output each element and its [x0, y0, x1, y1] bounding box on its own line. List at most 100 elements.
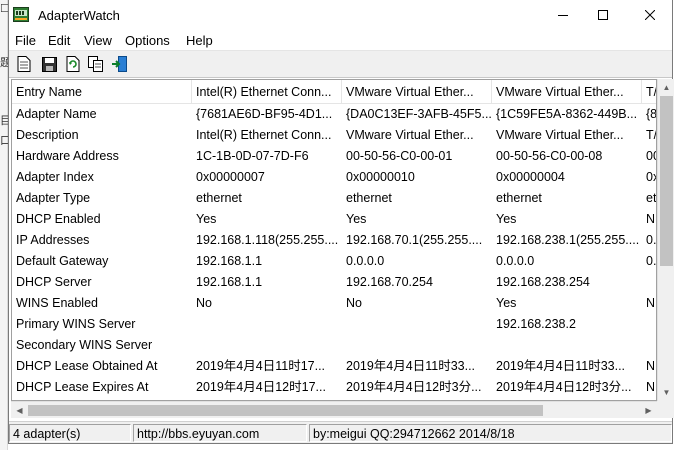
adapter-value-cell — [642, 314, 656, 335]
adapter-value-cell — [342, 314, 492, 335]
entry-name-cell: DHCP Enabled — [16, 212, 101, 226]
entry-name-cell: DHCP Lease Obtained At — [16, 359, 158, 373]
adapter-value-cell: N — [646, 212, 656, 226]
table-row[interactable]: DHCP Lease Obtained At 2019年4月4日11时17... 2… — [12, 356, 656, 377]
background-glyph: ☐ — [0, 3, 8, 15]
close-icon — [645, 10, 655, 20]
title-bar[interactable]: AdapterWatch — [9, 0, 672, 30]
column-header-entry-name[interactable]: Entry Name — [12, 80, 192, 104]
vertical-scrollbar[interactable]: ▲ ▼ — [657, 79, 674, 401]
scroll-up-arrow-icon[interactable]: ▲ — [658, 79, 675, 96]
copy-button[interactable] — [87, 55, 105, 73]
adapter-value-cell: 00-50-56-C0-00-08 — [496, 149, 603, 163]
table-row[interactable]: IP Addresses 192.168.1.118(255.255.... 192… — [12, 230, 656, 251]
entry-name-cell: Primary WINS Server — [16, 317, 136, 331]
table-row[interactable]: Hardware Address 1C-1B-0D-07-7D-F6 00-50-5… — [12, 146, 656, 167]
entry-name-cell: IP Addresses — [16, 233, 90, 247]
background-glyph: 口 — [0, 135, 8, 147]
table-row[interactable]: Adapter Index 0x00000007 0x00000010 0x00000… — [12, 167, 656, 188]
adapter-value-cell: N — [646, 359, 656, 373]
adapter-value-cell: 0x — [646, 170, 656, 184]
status-bar: 4 adapter(s) http://bbs.eyuyan.com by:me… — [9, 421, 672, 443]
horizontal-scrollbar[interactable]: ◀ ▶ — [11, 401, 657, 418]
table-row[interactable]: Adapter Name {7681AE6D-BF95-4D1... {DA0C13… — [12, 104, 656, 125]
scroll-left-arrow-icon[interactable]: ◀ — [11, 402, 28, 419]
adapter-value-cell — [642, 272, 656, 293]
menu-file[interactable]: File — [15, 33, 36, 48]
refresh-icon — [66, 56, 80, 72]
copy-icon — [88, 56, 103, 72]
exit-button[interactable] — [110, 55, 128, 73]
menu-options[interactable]: Options — [125, 33, 170, 48]
window-title: AdapterWatch — [38, 8, 120, 23]
status-adapter-count: 4 adapter(s) — [9, 424, 131, 442]
adapter-value-cell: Intel(R) Ethernet Conn... — [196, 128, 332, 142]
exit-icon — [112, 56, 127, 72]
refresh-button[interactable] — [64, 55, 82, 73]
save-icon — [41, 56, 57, 72]
menu-help[interactable]: Help — [186, 33, 213, 48]
table-row[interactable]: DHCP Enabled Yes Yes Yes N — [12, 209, 656, 230]
table-row[interactable]: Default Gateway 192.168.1.1 0.0.0.0 0.0.0.0… — [12, 251, 656, 272]
table-row[interactable]: Description Intel(R) Ethernet Conn... VMwa… — [12, 125, 656, 146]
column-header-adapter-3[interactable]: VMware Virtual Ether... — [492, 80, 642, 104]
background-glyph: 题 — [0, 57, 8, 69]
adapter-value-cell: 0x00000004 — [496, 170, 565, 184]
column-header-adapter-2[interactable]: VMware Virtual Ether... — [342, 80, 492, 104]
table-row[interactable]: Secondary WINS Server — [12, 335, 656, 356]
adapter-value-cell: {1C59FE5A-8362-449B... — [496, 107, 638, 121]
entry-name-cell: Description — [16, 128, 79, 142]
adapter-value-cell: 2019年4月4日12时3分... — [496, 380, 632, 394]
adapter-value-cell: ethernet — [196, 191, 242, 205]
adapter-value-cell: 192.168.238.2 — [496, 317, 576, 331]
vertical-scroll-thumb[interactable] — [660, 96, 673, 266]
table-row[interactable]: DHCP Server 192.168.1.1 192.168.70.254 192.… — [12, 272, 656, 293]
entry-name-cell: Adapter Name — [16, 107, 97, 121]
menu-view[interactable]: View — [84, 33, 112, 48]
table-row[interactable]: DHCP Lease Expires At 2019年4月4日12时17... 20… — [12, 377, 656, 398]
adapter-value-cell: VMware Virtual Ether... — [346, 128, 474, 142]
entry-name-cell: DHCP Lease Expires At — [16, 380, 149, 394]
horizontal-scroll-thumb[interactable] — [28, 405, 543, 416]
menu-bar: File Edit View Options Help — [9, 30, 672, 51]
adapter-value-cell: 0.0.0.0 — [496, 254, 535, 268]
adapter-value-cell: 0. — [646, 254, 657, 268]
scrollbar-corner — [657, 401, 674, 418]
table-row[interactable]: WINS Enabled No No Yes N — [12, 293, 656, 314]
adapter-value-cell: {8 — [646, 107, 657, 121]
list-header: Entry Name Intel(R) Ethernet Conn... VMw… — [12, 80, 656, 104]
adapter-value-cell: Yes — [496, 212, 517, 226]
minimize-icon — [558, 15, 568, 16]
adapter-value-cell: 192.168.1.1 — [196, 254, 263, 268]
close-button[interactable] — [626, 0, 674, 30]
adapter-value-cell: {DA0C13EF-3AFB-45F5... — [346, 107, 492, 121]
adapter-value-cell: 00 — [646, 149, 656, 163]
entry-name-cell: Default Gateway — [16, 254, 109, 268]
new-button[interactable] — [15, 55, 33, 73]
adapter-list[interactable]: Entry Name Intel(R) Ethernet Conn... VMw… — [11, 79, 657, 401]
background-glyph: 目 — [0, 115, 8, 127]
adapter-value-cell: et — [646, 191, 657, 205]
adapter-value-cell: 2019年4月4日12时17... — [196, 380, 326, 394]
new-document-icon — [17, 56, 31, 72]
scroll-right-arrow-icon[interactable]: ▶ — [640, 402, 657, 419]
column-header-adapter-4[interactable]: T/ — [642, 80, 656, 104]
adapter-value-cell: 192.168.238.1(255.255.... — [496, 233, 640, 247]
entry-name-cell: Adapter Type — [16, 191, 91, 205]
adapter-value-cell — [342, 335, 492, 356]
menu-edit[interactable]: Edit — [48, 33, 70, 48]
table-row[interactable]: Primary WINS Server 192.168.238.2 — [12, 314, 656, 335]
background-app-strip: ☐ 题 目 口 — [0, 0, 8, 450]
scroll-down-arrow-icon[interactable]: ▼ — [658, 384, 675, 401]
adapter-value-cell: 00-50-56-C0-00-01 — [346, 149, 453, 163]
save-button[interactable] — [40, 55, 58, 73]
adapter-value-cell: 1C-1B-0D-07-7D-F6 — [196, 149, 309, 163]
adapter-value-cell: VMware Virtual Ether... — [496, 128, 624, 142]
adapter-value-cell: Yes — [496, 296, 517, 310]
adapter-value-cell: 192.168.1.1 — [196, 275, 263, 289]
maximize-button[interactable] — [580, 0, 626, 30]
column-header-adapter-1[interactable]: Intel(R) Ethernet Conn... — [192, 80, 342, 104]
entry-name-cell: Adapter Index — [16, 170, 94, 184]
table-row[interactable]: Adapter Type ethernet ethernet ethernet et — [12, 188, 656, 209]
adapter-value-cell: {7681AE6D-BF95-4D1... — [196, 107, 333, 121]
